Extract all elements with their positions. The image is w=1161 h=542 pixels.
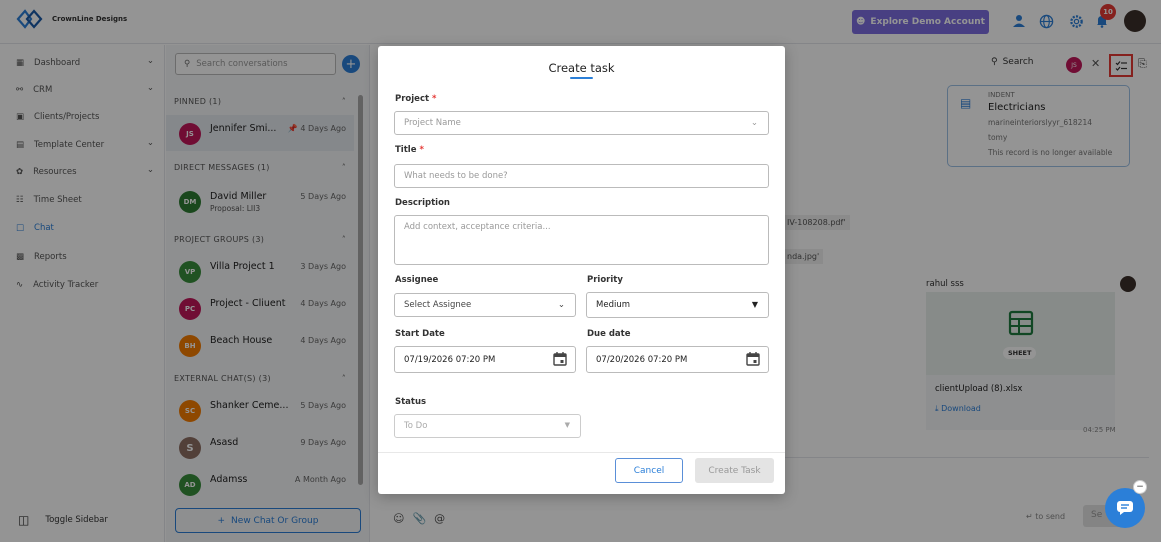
- due-date-label: Due date: [587, 329, 631, 339]
- title-input[interactable]: What needs to be done?: [394, 164, 769, 188]
- chevron-down-icon: ⌄: [557, 300, 565, 310]
- due-date-value: 07/20/2026 07:20 PM: [596, 354, 688, 365]
- required-mark: *: [419, 145, 424, 155]
- status-value: To Do: [404, 421, 428, 431]
- modal-divider: [378, 452, 785, 453]
- modal-title: Create task: [548, 61, 615, 75]
- description-label: Description: [395, 198, 450, 208]
- priority-select[interactable]: Medium ▼: [586, 292, 769, 318]
- create-task-button[interactable]: Create Task: [695, 458, 774, 483]
- label-text: Title: [395, 145, 417, 155]
- caret-down-icon: ▼: [564, 421, 570, 429]
- title-underline: [570, 77, 593, 79]
- label-text: Project: [395, 94, 430, 104]
- assignee-label: Assignee: [395, 275, 439, 285]
- caret-down-icon: ▼: [751, 300, 758, 309]
- project-select[interactable]: Project Name ⌄: [394, 111, 769, 135]
- title-label: Title *: [395, 145, 424, 155]
- minimize-icon[interactable]: −: [1133, 480, 1147, 494]
- title-placeholder: What needs to be done?: [404, 171, 508, 181]
- start-date-input[interactable]: 07/19/2026 07:20 PM: [394, 346, 576, 373]
- required-mark: *: [432, 94, 437, 104]
- chat-bubble-icon: [1117, 501, 1133, 515]
- create-task-modal: Create task Project * Project Name ⌄ Titl…: [378, 46, 785, 494]
- due-date-input[interactable]: 07/20/2026 07:20 PM: [586, 346, 769, 373]
- assignee-select[interactable]: Select Assignee ⌄: [394, 293, 576, 317]
- app: CrownLine Designs ☻ Explore Demo Account…: [0, 0, 1161, 542]
- priority-label: Priority: [587, 275, 623, 285]
- calendar-icon[interactable]: [746, 351, 760, 366]
- project-label: Project *: [395, 94, 437, 104]
- description-placeholder: Add context, acceptance criteria...: [404, 222, 551, 232]
- project-placeholder: Project Name: [404, 118, 461, 128]
- description-textarea[interactable]: Add context, acceptance criteria...: [394, 215, 769, 265]
- cancel-button[interactable]: Cancel: [615, 458, 683, 483]
- start-date-label: Start Date: [395, 329, 445, 339]
- chat-support-button[interactable]: [1105, 488, 1145, 528]
- status-select[interactable]: To Do ▼: [394, 414, 581, 438]
- assignee-placeholder: Select Assignee: [404, 300, 472, 310]
- calendar-icon[interactable]: [553, 351, 567, 366]
- status-label: Status: [395, 397, 427, 407]
- start-date-value: 07/19/2026 07:20 PM: [404, 354, 496, 365]
- chevron-down-icon: ⌄: [750, 118, 758, 128]
- priority-value: Medium: [596, 300, 630, 310]
